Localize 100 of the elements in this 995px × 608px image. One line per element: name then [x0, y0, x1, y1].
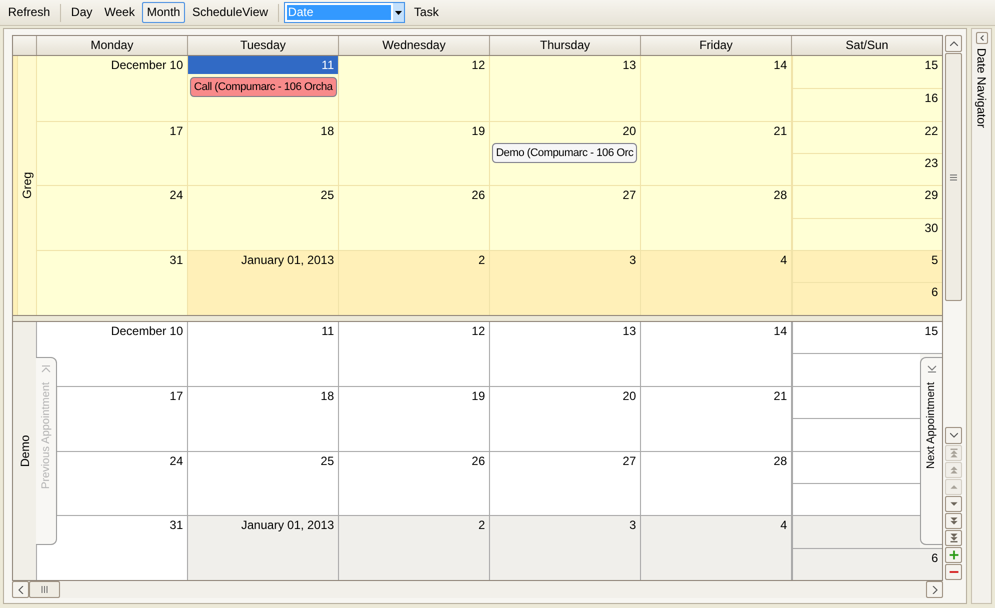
- day-cell[interactable]: 12: [338, 322, 489, 386]
- date-navigator-panel[interactable]: Date Navigator: [971, 28, 992, 604]
- day-cell[interactable]: 30: [792, 218, 942, 250]
- day-number[interactable]: 18: [320, 387, 334, 406]
- day-cell[interactable]: [793, 452, 920, 484]
- day-number[interactable]: 25: [320, 452, 334, 470]
- down-arrow-button[interactable]: [945, 496, 962, 512]
- day-cell[interactable]: 4: [640, 250, 791, 314]
- day-number[interactable]: 13: [622, 56, 636, 74]
- day-cell[interactable]: 14: [640, 322, 791, 386]
- day-number[interactable]: 30: [924, 218, 938, 237]
- day-number[interactable]: 3: [629, 250, 636, 269]
- day-number[interactable]: 31: [170, 250, 183, 269]
- task-button[interactable]: Task: [409, 2, 444, 23]
- day-number[interactable]: December 10: [110, 322, 183, 340]
- day-number[interactable]: 5: [931, 250, 938, 269]
- day-number[interactable]: 26: [472, 186, 485, 204]
- day-number[interactable]: 20: [622, 387, 636, 406]
- day-number[interactable]: January 01, 2013: [241, 250, 334, 269]
- day-cell[interactable]: 13: [489, 322, 640, 386]
- day-cell[interactable]: December 10: [36, 56, 187, 121]
- day-number[interactable]: 28: [774, 186, 787, 204]
- day-cell[interactable]: 2: [338, 516, 489, 580]
- view-button[interactable]: ScheduleView: [187, 2, 274, 23]
- day-cell[interactable]: 6: [792, 548, 942, 580]
- day-number[interactable]: 27: [622, 186, 636, 204]
- day-cell[interactable]: 11 Call (Compumarc - 106 Orcha: [187, 56, 338, 121]
- day-number[interactable]: 22: [924, 122, 938, 140]
- next-appointment-tab[interactable]: Next Appointment: [920, 356, 942, 545]
- day-cell[interactable]: [793, 484, 920, 516]
- day-number[interactable]: 15: [924, 322, 938, 340]
- day-cell[interactable]: 24: [36, 186, 187, 250]
- day-number[interactable]: 2: [478, 250, 485, 269]
- day-number[interactable]: 2: [478, 516, 485, 534]
- day-cell[interactable]: 26: [338, 186, 489, 250]
- day-cell[interactable]: 28: [640, 186, 791, 250]
- day-cell[interactable]: 19: [338, 387, 489, 451]
- day-cell[interactable]: 20: [489, 387, 640, 451]
- plus-button[interactable]: [945, 547, 962, 563]
- day-cell[interactable]: 26: [338, 452, 489, 516]
- day-number[interactable]: 25: [320, 186, 334, 204]
- day-cell[interactable]: 28: [640, 452, 791, 516]
- day-number[interactable]: 15: [924, 56, 938, 74]
- double-down-arrow-button[interactable]: [945, 513, 962, 529]
- day-number[interactable]: 28: [774, 452, 787, 470]
- day-cell[interactable]: 14: [640, 56, 791, 121]
- day-number[interactable]: 16: [924, 88, 938, 107]
- day-number[interactable]: 17: [170, 387, 183, 406]
- day-cell[interactable]: 31: [36, 516, 187, 580]
- day-number[interactable]: January 01, 2013: [241, 516, 334, 534]
- day-cell[interactable]: 12: [338, 56, 489, 121]
- day-number[interactable]: 6: [931, 283, 938, 302]
- day-number[interactable]: 11: [322, 56, 334, 74]
- day-number[interactable]: 29: [924, 186, 938, 204]
- day-cell[interactable]: 16: [792, 88, 942, 121]
- day-number[interactable]: 13: [622, 322, 636, 340]
- day-cell[interactable]: 18: [187, 387, 338, 451]
- day-cell[interactable]: [793, 419, 920, 451]
- bottom-arrow-button[interactable]: [945, 530, 962, 546]
- day-number[interactable]: 31: [170, 516, 183, 534]
- day-number[interactable]: 4: [780, 516, 787, 534]
- day-cell[interactable]: 23: [792, 154, 942, 186]
- scrollbar-thumb[interactable]: [29, 581, 60, 598]
- day-cell[interactable]: 25: [187, 186, 338, 250]
- day-cell[interactable]: [793, 516, 920, 548]
- day-number[interactable]: 12: [472, 56, 485, 74]
- horizontal-scrollbar[interactable]: [12, 581, 943, 598]
- day-number[interactable]: 26: [472, 452, 485, 470]
- day-cell[interactable]: 2: [338, 250, 489, 314]
- day-cell[interactable]: 25: [187, 452, 338, 516]
- day-cell[interactable]: 3: [489, 516, 640, 580]
- day-cell[interactable]: 17: [36, 122, 187, 186]
- day-cell[interactable]: 6: [792, 283, 942, 314]
- day-cell[interactable]: [793, 354, 920, 386]
- day-number[interactable]: 24: [170, 452, 183, 470]
- day-number[interactable]: 17: [170, 122, 183, 140]
- minus-button[interactable]: [945, 564, 962, 580]
- day-cell[interactable]: 21: [640, 122, 791, 186]
- day-cell[interactable]: 13: [489, 56, 640, 121]
- day-number[interactable]: 23: [924, 154, 938, 172]
- day-number[interactable]: 27: [622, 452, 636, 470]
- day-cell[interactable]: 4: [640, 516, 791, 580]
- day-cell[interactable]: 5: [792, 250, 942, 282]
- day-number[interactable]: 4: [780, 250, 787, 269]
- view-button[interactable]: Week: [99, 2, 140, 23]
- day-number[interactable]: December 10: [110, 56, 183, 74]
- day-number[interactable]: 20: [622, 122, 636, 140]
- day-number[interactable]: 6: [931, 548, 938, 567]
- day-number[interactable]: 21: [774, 387, 787, 406]
- day-number[interactable]: 11: [322, 322, 334, 340]
- day-cell[interactable]: January 01, 2013: [187, 516, 338, 580]
- scrollbar-thumb[interactable]: [945, 53, 962, 301]
- day-cell[interactable]: 18: [187, 122, 338, 186]
- refresh-button[interactable]: Refresh: [3, 2, 56, 23]
- day-cell[interactable]: 27: [489, 186, 640, 250]
- view-button[interactable]: Day: [66, 2, 98, 23]
- day-cell[interactable]: 24: [58, 452, 187, 516]
- day-cell[interactable]: 31: [36, 250, 187, 314]
- day-cell[interactable]: January 01, 2013: [187, 250, 338, 314]
- day-cell[interactable]: [793, 387, 920, 418]
